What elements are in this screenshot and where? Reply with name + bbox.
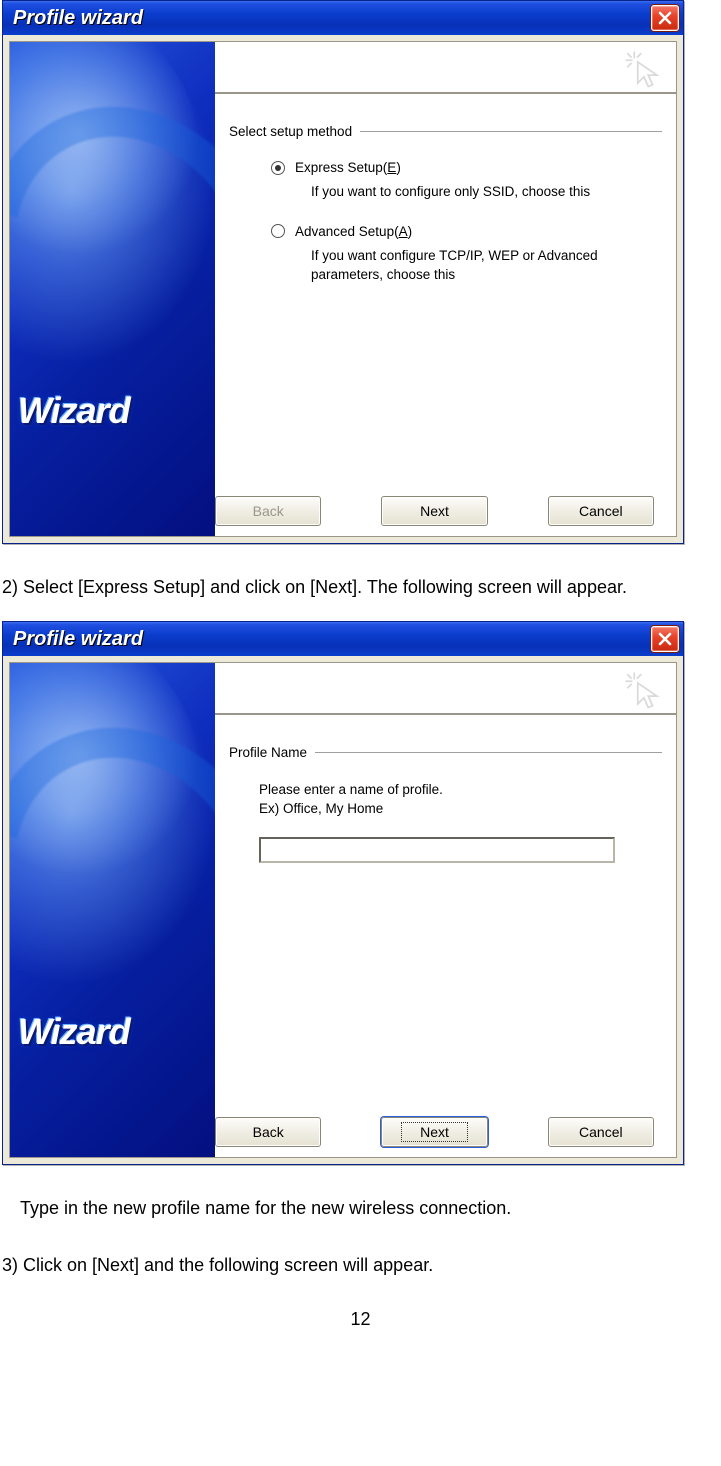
titlebar: Profile wizard [3, 1, 683, 35]
instruction-type-in: Type in the new profile name for the new… [2, 1195, 719, 1222]
radio-express-setup[interactable]: Express Setup(E) [271, 160, 656, 175]
section-label: Select setup method [229, 124, 352, 139]
cancel-button[interactable]: Cancel [548, 1117, 654, 1147]
cursor-burst-icon [622, 669, 664, 711]
wizard-side-panel: Wizard [10, 663, 215, 1157]
back-button[interactable]: Back [215, 1117, 321, 1147]
profile-name-instruction: Please enter a name of profile. Ex) Offi… [259, 781, 646, 819]
divider [215, 713, 676, 716]
wizard-side-panel: Wizard [10, 42, 215, 536]
cancel-button[interactable]: Cancel [548, 496, 654, 526]
radio-advanced-setup[interactable]: Advanced Setup(A) [271, 224, 656, 239]
wizard-dialog-setup-method: Profile wizard Wizard [2, 0, 684, 544]
titlebar: Profile wizard [3, 622, 683, 656]
close-icon [657, 631, 673, 647]
radio-icon [271, 224, 285, 238]
next-button[interactable]: Next [381, 1117, 487, 1147]
window-title: Profile wizard [13, 628, 651, 651]
radio-label: Advanced Setup(A) [295, 224, 412, 239]
cursor-burst-icon [622, 48, 664, 90]
wizard-brand-label: Wizard [18, 1011, 130, 1053]
instruction-step-3: 3) Click on [Next] and the following scr… [2, 1252, 719, 1279]
close-button[interactable] [651, 5, 679, 31]
next-button[interactable]: Next [381, 496, 487, 526]
page-number: 12 [2, 1309, 719, 1330]
wizard-dialog-profile-name: Profile wizard Wizard [2, 621, 684, 1165]
section-header: Select setup method [229, 124, 662, 139]
back-button: Back [215, 496, 321, 526]
divider [215, 92, 676, 95]
section-header: Profile Name [229, 745, 662, 760]
wizard-brand-label: Wizard [18, 390, 130, 432]
window-title: Profile wizard [13, 7, 651, 30]
radio-express-desc: If you want to configure only SSID, choo… [311, 183, 656, 202]
radio-advanced-desc: If you want configure TCP/IP, WEP or Adv… [311, 247, 656, 285]
section-label: Profile Name [229, 745, 307, 760]
profile-name-input[interactable] [259, 837, 615, 863]
close-icon [657, 10, 673, 26]
close-button[interactable] [651, 626, 679, 652]
radio-label: Express Setup(E) [295, 160, 401, 175]
instruction-step-2: 2) Select [Express Setup] and click on [… [2, 574, 719, 601]
radio-icon [271, 161, 285, 175]
